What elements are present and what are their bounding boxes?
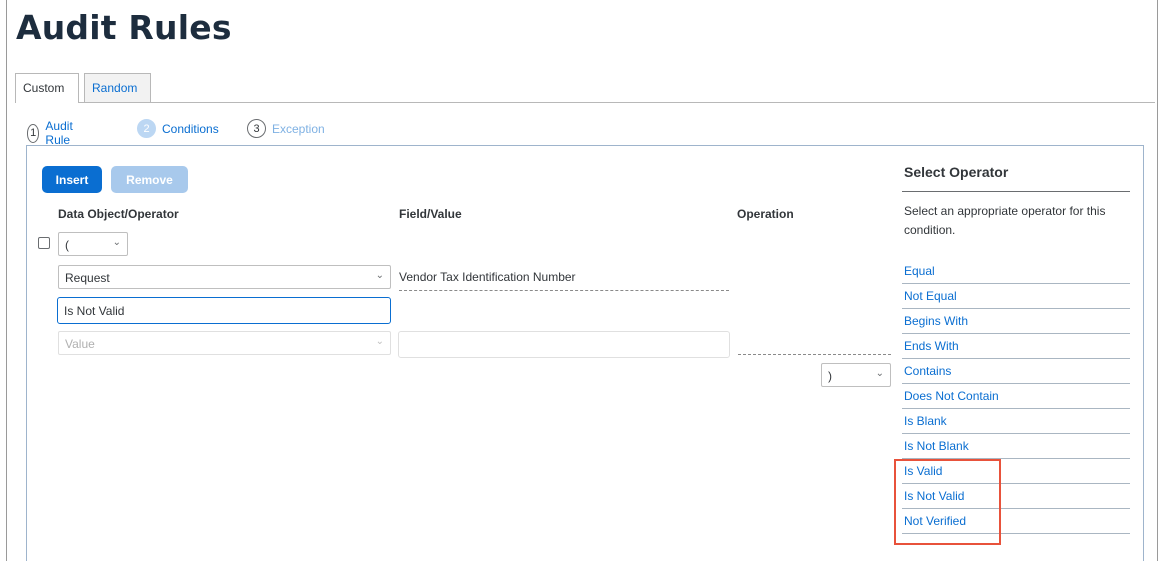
step-exception[interactable]: 3 Exception <box>247 119 325 138</box>
insert-button[interactable]: Insert <box>42 166 102 193</box>
value-input[interactable] <box>398 331 730 358</box>
value-select[interactable]: Value ⌄ <box>58 331 391 355</box>
operator-ends-with[interactable]: Ends With <box>902 334 1130 359</box>
select-value: ( <box>65 238 69 252</box>
divider <box>902 191 1130 192</box>
side-panel-description: Select an appropriate operator for this … <box>904 204 1106 237</box>
step-number: 2 <box>137 119 156 138</box>
remove-button[interactable]: Remove <box>111 166 188 193</box>
operator-contains[interactable]: Contains <box>902 359 1130 384</box>
highlight-box <box>894 459 1001 545</box>
step-number: 3 <box>247 119 266 138</box>
operator-input[interactable]: Is Not Valid <box>57 297 391 324</box>
column-header-operation: Operation <box>737 207 794 221</box>
chevron-down-icon: ⌄ <box>875 368 884 379</box>
conditions-panel: Insert Remove Data Object/Operator Field… <box>26 145 1144 561</box>
tab-custom[interactable]: Custom <box>15 73 79 103</box>
operator-is-blank[interactable]: Is Blank <box>902 409 1130 434</box>
step-label: Audit Rule <box>45 119 73 147</box>
page-title: Audit Rules <box>16 8 232 47</box>
select-value: Request <box>65 271 110 285</box>
open-paren-select[interactable]: ( ⌄ <box>58 232 128 256</box>
chevron-down-icon: ⌄ <box>112 237 121 248</box>
operator-is-not-blank[interactable]: Is Not Blank <box>902 434 1130 459</box>
step-label: Exception <box>272 121 325 136</box>
operation-field[interactable] <box>738 354 891 355</box>
select-value: ) <box>828 369 832 383</box>
column-header-data-object: Data Object/Operator <box>58 207 179 221</box>
side-panel-title: Select Operator <box>904 164 1009 180</box>
operator-does-not-contain[interactable]: Does Not Contain <box>902 384 1130 409</box>
chevron-down-icon: ⌄ <box>375 270 384 281</box>
close-paren-select[interactable]: ) ⌄ <box>821 363 891 387</box>
operator-equal[interactable]: Equal <box>902 259 1130 284</box>
select-placeholder: Value <box>65 337 95 351</box>
tab-divider <box>15 102 1155 103</box>
tab-random[interactable]: Random <box>84 73 151 102</box>
operator-begins-with[interactable]: Begins With <box>902 309 1130 334</box>
condition-checkbox[interactable] <box>38 237 50 249</box>
data-object-select[interactable]: Request ⌄ <box>58 265 391 289</box>
chevron-down-icon: ⌄ <box>375 336 384 347</box>
column-header-field-value: Field/Value <box>399 207 462 221</box>
step-label: Conditions <box>162 121 219 136</box>
operator-not-equal[interactable]: Not Equal <box>902 284 1130 309</box>
field-value-text[interactable]: Vendor Tax Identification Number <box>399 265 729 291</box>
step-audit-rule[interactable]: 1 Audit Rule <box>27 119 79 147</box>
step-conditions[interactable]: 2 Conditions <box>137 119 219 138</box>
step-number: 1 <box>27 123 40 143</box>
